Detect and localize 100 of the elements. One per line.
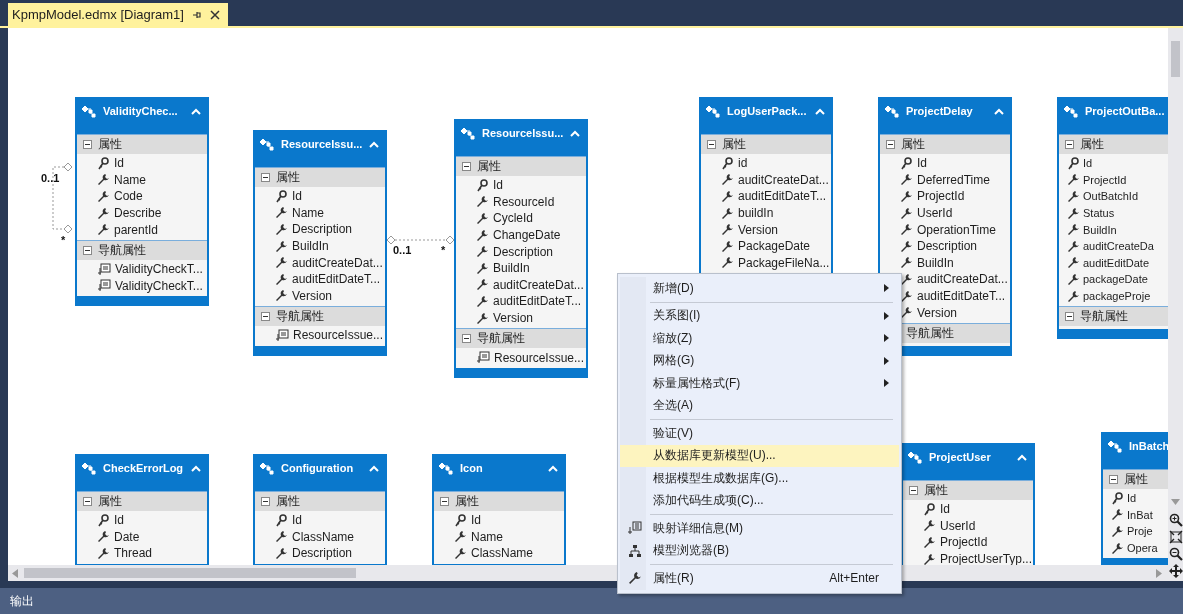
menu-item[interactable]: 从数据库更新模型(U)... bbox=[620, 444, 899, 467]
property-name[interactable]: buildIn bbox=[738, 206, 774, 221]
property-name[interactable]: auditCreateDat... bbox=[292, 255, 383, 270]
menu-item[interactable]: 验证(V) bbox=[620, 422, 899, 445]
move-icon[interactable] bbox=[1168, 564, 1183, 578]
section-header[interactable]: 属性 bbox=[255, 167, 385, 187]
property-name[interactable]: Version bbox=[493, 311, 534, 326]
property-name[interactable]: BuildIn bbox=[292, 239, 329, 254]
property-name[interactable]: Name bbox=[114, 172, 146, 187]
property-name[interactable]: Description bbox=[493, 244, 554, 259]
property-name[interactable]: auditEditDateT... bbox=[738, 189, 827, 204]
property-name[interactable]: Id bbox=[1083, 157, 1093, 170]
property-name[interactable]: Id bbox=[917, 156, 927, 171]
property-name[interactable]: PackageDate bbox=[738, 239, 811, 254]
entity-box[interactable]: Icon 属性 Id Name ClassName bbox=[432, 454, 566, 565]
property-name[interactable]: Name bbox=[292, 205, 324, 220]
collapse-icon[interactable] bbox=[261, 173, 270, 182]
section-header[interactable]: 属性 bbox=[1059, 134, 1168, 154]
menu-item[interactable]: 模型浏览器(B) bbox=[620, 539, 899, 562]
property-name[interactable]: auditCreateDa bbox=[1083, 240, 1154, 253]
collapse-icon[interactable] bbox=[707, 140, 716, 149]
property-name[interactable]: packageDate bbox=[1083, 273, 1148, 286]
scrollbar-thumb[interactable] bbox=[24, 568, 356, 578]
property-name[interactable]: CycleId bbox=[493, 211, 533, 226]
property-name[interactable]: InBat bbox=[1127, 508, 1153, 521]
property-name[interactable]: Version bbox=[917, 305, 958, 320]
property-name[interactable]: BuildIn bbox=[917, 255, 954, 270]
property-name[interactable]: ClassName bbox=[292, 529, 354, 544]
property-name[interactable]: auditEditDate bbox=[1083, 256, 1150, 269]
property-name[interactable]: Id bbox=[114, 513, 124, 528]
section-header[interactable]: 属性 bbox=[77, 491, 207, 511]
property-name[interactable]: auditEditDateT... bbox=[292, 272, 381, 287]
property-name[interactable]: Describe bbox=[114, 206, 162, 221]
collapse-icon[interactable] bbox=[440, 497, 449, 506]
entity-box[interactable]: ResourceIssu... 属性 Id ResourceId CycleId ChangeDate Description BuildIn auditCreateDat... auditEditDateT... Version 导航属性 ResourceIssue... bbox=[454, 119, 588, 378]
property-name[interactable]: auditCreateDat... bbox=[493, 277, 584, 292]
collapse-icon[interactable] bbox=[83, 245, 92, 255]
property-name[interactable]: Version bbox=[292, 288, 333, 303]
property-name[interactable]: UserId bbox=[940, 518, 976, 533]
property-name[interactable]: Proje bbox=[1127, 525, 1153, 538]
collapse-icon[interactable] bbox=[261, 497, 270, 506]
section-header[interactable]: 属性 bbox=[255, 491, 385, 511]
property-name[interactable]: Id bbox=[493, 178, 503, 193]
property-name[interactable]: PackageFileNa... bbox=[738, 255, 830, 270]
property-name[interactable]: auditEditDateT... bbox=[917, 289, 1006, 304]
property-name[interactable]: ResourceId bbox=[493, 194, 555, 209]
entity-box[interactable]: ValidityChec... 属性 Id Name Code Describe parentId 导航属性 ValidityCheckT... ValidityCheckT... bbox=[75, 97, 209, 307]
property-name[interactable]: Name bbox=[471, 529, 503, 544]
section-header[interactable]: 导航属性 bbox=[456, 328, 586, 349]
menu-item[interactable]: 映射详细信息(M) bbox=[620, 517, 899, 540]
collapse-icon[interactable] bbox=[909, 486, 918, 495]
section-header[interactable]: 导航属性 bbox=[1059, 306, 1168, 327]
property-name[interactable]: Date bbox=[114, 529, 140, 544]
section-header[interactable]: 导航属性 bbox=[255, 306, 385, 327]
section-header[interactable]: 属性 bbox=[903, 480, 1033, 500]
entity-box[interactable]: InBatch 属性 Id InBat Proje Opera bbox=[1101, 432, 1168, 565]
property-name[interactable]: DeferredTime bbox=[917, 172, 990, 187]
collapse-icon[interactable] bbox=[886, 140, 895, 149]
property-name[interactable]: Opera bbox=[1127, 542, 1158, 555]
zoom-in-icon[interactable] bbox=[1168, 513, 1183, 527]
menu-item[interactable]: 添加代码生成项(C)... bbox=[620, 489, 899, 512]
property-name[interactable]: ChangeDate bbox=[493, 228, 561, 243]
property-name[interactable]: ProjectUserTyp... bbox=[940, 552, 1033, 565]
property-name[interactable]: Description bbox=[292, 546, 353, 561]
entity-box[interactable]: ProjectOutBa... 属性 Id ProjectId OutBatchId Status BuildIn auditCreateDa auditEditDate packageDate packageProje 导航属性 bbox=[1057, 97, 1168, 340]
property-name[interactable]: UserId bbox=[917, 206, 953, 221]
menu-item[interactable]: 全选(A) bbox=[620, 394, 899, 417]
property-name[interactable]: Code bbox=[114, 189, 143, 204]
property-name[interactable]: Description bbox=[917, 239, 978, 254]
property-name[interactable]: Version bbox=[738, 222, 779, 237]
menu-item[interactable]: 属性(R) Alt+Enter bbox=[620, 567, 899, 590]
property-name[interactable]: Status bbox=[1083, 207, 1115, 220]
section-header[interactable]: 属性 bbox=[77, 134, 207, 154]
property-name[interactable]: BuildIn bbox=[493, 261, 530, 276]
collapse-icon[interactable] bbox=[1065, 312, 1074, 322]
property-name[interactable]: Description bbox=[292, 222, 353, 237]
section-header[interactable]: 属性 bbox=[1103, 469, 1168, 489]
section-header[interactable]: 属性 bbox=[456, 156, 586, 176]
entity-box[interactable]: ProjectDelay 属性 Id DeferredTime ProjectId UserId OperationTime Description BuildIn auditCreateDat... auditEditDateT... Version 导航属性 bbox=[878, 97, 1012, 356]
section-header[interactable]: 属性 bbox=[880, 134, 1010, 154]
menu-item[interactable]: 根据模型生成数据库(G)... bbox=[620, 467, 899, 490]
entity-box[interactable]: CheckErrorLog 属性 Id Date Thread bbox=[75, 454, 209, 565]
property-name[interactable]: parentId bbox=[114, 222, 159, 237]
property-name[interactable]: Id bbox=[292, 513, 302, 528]
entity-box[interactable]: ResourceIssu... 属性 Id Name Description BuildIn auditCreateDat... auditEditDateT... Version 导航属性 ResourceIssue... bbox=[253, 130, 387, 356]
property-name[interactable]: ValidityCheckT... bbox=[115, 278, 203, 293]
collapse-icon[interactable] bbox=[261, 312, 270, 322]
entity-box[interactable]: ProjectUser 属性 Id UserId ProjectId ProjectUserTyp... bbox=[901, 443, 1035, 565]
entity-box[interactable]: Configuration 属性 Id ClassName Description bbox=[253, 454, 387, 565]
property-name[interactable]: Id bbox=[940, 502, 950, 517]
property-name[interactable]: OutBatchId bbox=[1083, 190, 1139, 203]
property-name[interactable]: id bbox=[738, 156, 748, 171]
property-name[interactable]: auditCreateDat... bbox=[738, 172, 829, 187]
property-name[interactable]: Id bbox=[1127, 492, 1137, 505]
close-icon[interactable] bbox=[209, 9, 220, 20]
collapse-icon[interactable] bbox=[83, 497, 92, 506]
property-name[interactable]: ProjectId bbox=[917, 189, 965, 204]
property-name[interactable]: Thread bbox=[114, 546, 153, 561]
property-name[interactable]: ClassName bbox=[471, 546, 533, 561]
document-tab[interactable]: KpmpModel.edmx [Diagram1] bbox=[8, 3, 228, 26]
